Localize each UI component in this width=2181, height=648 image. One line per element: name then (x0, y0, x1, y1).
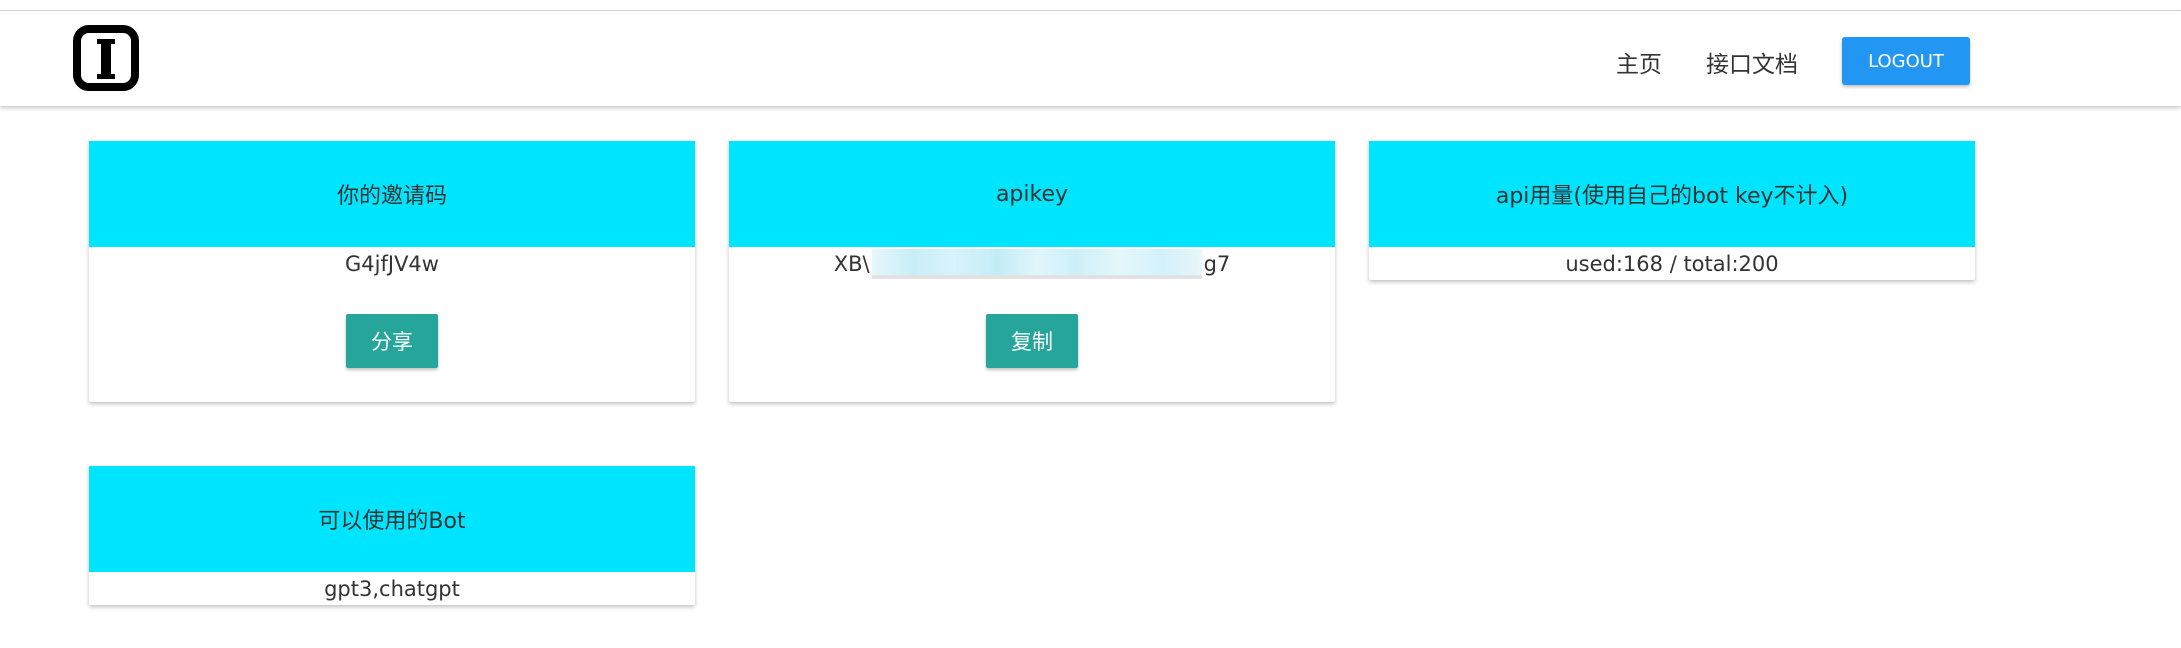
logo-mark-icon (97, 39, 115, 79)
apikey-redaction (871, 249, 1202, 279)
api-usage-card-title: api用量(使用自己的bot key不计入) (1369, 141, 1975, 247)
top-navbar: 主页 接口文档 LOGOUT (0, 11, 2181, 106)
apikey-value-suffix: g7 (1203, 252, 1231, 276)
app-logo[interactable] (73, 25, 139, 91)
share-button[interactable]: 分享 (346, 314, 438, 368)
apikey-card-title: apikey (729, 141, 1335, 247)
apikey-value: XB\ g7 (729, 247, 1335, 281)
apikey-value-prefix: XB\ (833, 252, 870, 276)
copy-button[interactable]: 复制 (986, 314, 1078, 368)
api-usage-card: api用量(使用自己的bot key不计入) used:168 / total:… (1369, 141, 1975, 280)
invite-code-card-title: 你的邀请码 (89, 141, 695, 247)
apikey-card: apikey XB\ g7 复制 (729, 141, 1335, 402)
available-bots-value: gpt3,chatgpt (324, 577, 460, 601)
invite-code-value: G4jfJV4w (345, 252, 439, 276)
logout-button[interactable]: LOGOUT (1842, 37, 1970, 85)
available-bots-card-title: 可以使用的Bot (89, 466, 695, 572)
nav-home-link[interactable]: 主页 (1616, 45, 1662, 79)
nav-docs-link[interactable]: 接口文档 (1706, 45, 1798, 79)
available-bots-card: 可以使用的Bot gpt3,chatgpt (89, 466, 695, 605)
invite-code-card: 你的邀请码 G4jfJV4w 分享 (89, 141, 695, 402)
api-usage-value: used:168 / total:200 (1565, 252, 1779, 276)
